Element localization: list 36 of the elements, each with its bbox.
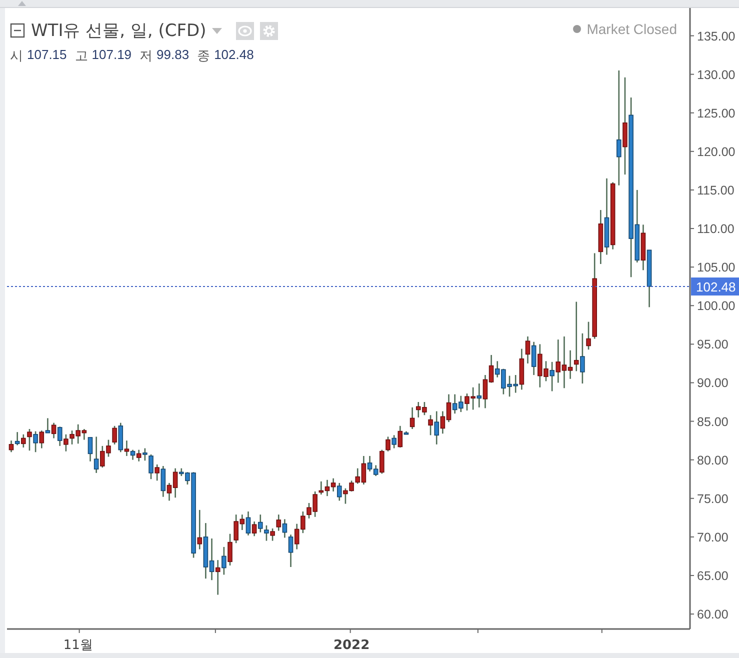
price-badge: 102.48	[691, 278, 739, 296]
axis-label: 130.00	[697, 68, 736, 82]
axis-label: 60.00	[697, 608, 728, 622]
axis-label: 105.00	[697, 260, 736, 275]
eye-icon[interactable]	[236, 22, 254, 40]
market-status: Market Closed	[586, 21, 677, 37]
scroll-up-icon[interactable]	[18, 1, 26, 6]
axis-label: 80.00	[697, 453, 728, 468]
axis-label: 100.00	[697, 299, 736, 314]
ohlc-label: 종	[197, 47, 210, 65]
ohlc-value: 107.19	[92, 47, 132, 64]
ohlc-label: 시	[10, 47, 23, 65]
axis-label: 2022	[333, 638, 370, 653]
axis-label: 125.00	[697, 106, 736, 120]
ref-line-label: 102.48	[696, 280, 736, 294]
ohlc-label: 저	[140, 47, 153, 65]
settings-icon[interactable]	[260, 22, 278, 40]
status-dot-icon	[572, 25, 581, 33]
axis-label: 135.00	[697, 29, 736, 44]
axis-label: 95.00	[697, 338, 728, 352]
axis-label: 65.00	[697, 569, 728, 583]
axis-label: 70.00	[697, 530, 728, 544]
ohlc-label: 고	[74, 47, 88, 65]
axis-label: 110.00	[697, 222, 734, 236]
axis-label: 85.00	[697, 414, 728, 429]
caret-icon[interactable]	[212, 28, 222, 34]
chart-title: WTI유 선물, 일, (CFD)	[31, 20, 206, 42]
axis-label: 115.00	[697, 183, 734, 198]
ohlc-value: 107.15	[27, 47, 67, 64]
ohlc-value: 102.48	[214, 47, 254, 64]
axis-label: 75.00	[697, 492, 728, 506]
axis-label: 11월	[63, 638, 93, 653]
axis-label: 90.00	[697, 376, 728, 390]
collapse-icon[interactable]	[10, 23, 25, 38]
ohlc-value: 99.83	[156, 47, 190, 64]
axis-label: 120.00	[697, 144, 736, 159]
